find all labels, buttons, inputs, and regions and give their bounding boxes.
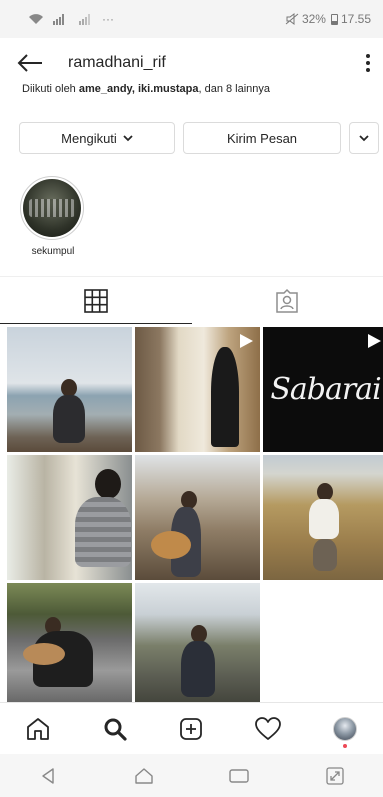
followed-prefix: Diikuti oleh [22, 84, 79, 95]
triangle-back-icon [42, 767, 54, 784]
highlight-cover [23, 179, 81, 237]
status-bar: ··· 32% 17.55 [0, 0, 383, 38]
following-button[interactable]: Mengikuti [19, 122, 175, 154]
grid-icon [83, 288, 108, 313]
battery-icon [330, 13, 338, 25]
system-recents-button[interactable] [192, 754, 288, 797]
clock: 17.55 [340, 12, 371, 26]
system-home-button[interactable] [96, 754, 192, 797]
send-message-label: Kirim Pesan [226, 130, 298, 146]
bottom-navigation [0, 702, 383, 754]
signal-2-icon [79, 14, 90, 25]
send-message-button[interactable]: Kirim Pesan [183, 122, 341, 154]
home-outline-icon [134, 767, 153, 784]
kebab-icon [366, 54, 370, 72]
chevron-down-icon [123, 134, 133, 141]
nav-activity[interactable] [230, 703, 307, 754]
nav-profile[interactable] [306, 703, 383, 754]
followed-by-text[interactable]: Diikuti oleh ame_andy, iki.mustapa, dan … [22, 84, 362, 97]
tab-tagged[interactable] [192, 277, 383, 324]
post-thumbnail[interactable] [135, 327, 260, 452]
signal-icon [53, 14, 64, 25]
heart-icon [255, 716, 281, 740]
more-options-button[interactable] [353, 38, 383, 88]
post-thumbnail[interactable] [135, 455, 260, 580]
system-expand-button[interactable] [287, 754, 383, 797]
tab-grid[interactable] [0, 277, 192, 324]
video-icon [240, 334, 253, 348]
system-navigation [0, 754, 383, 797]
post-caption-text: Sabarai [270, 372, 381, 407]
story-highlight[interactable]: sekumpul [20, 176, 86, 257]
back-button[interactable] [0, 38, 60, 88]
profile-header: ramadhani_rif [0, 38, 383, 88]
wifi-icon [29, 14, 43, 24]
nav-home[interactable] [0, 703, 77, 754]
profile-username: ramadhani_rif [68, 54, 166, 71]
mute-icon [285, 13, 299, 25]
plus-square-icon [180, 717, 203, 740]
tagged-icon [276, 288, 298, 313]
suggestions-button[interactable] [349, 122, 379, 154]
video-icon [368, 334, 381, 348]
followed-suffix: , dan 8 lainnya [198, 84, 271, 95]
post-thumbnail[interactable] [7, 327, 132, 452]
post-thumbnail[interactable] [7, 455, 132, 580]
notification-dot [342, 744, 347, 748]
post-thumbnail[interactable] [7, 583, 132, 708]
nav-search[interactable] [77, 703, 154, 754]
recents-icon [229, 768, 250, 783]
profile-tabs [0, 276, 383, 324]
post-thumbnail[interactable] [263, 455, 383, 580]
chevron-down-icon [359, 134, 369, 141]
arrow-left-icon [17, 54, 42, 72]
following-label: Mengikuti [61, 130, 117, 146]
home-icon [27, 717, 50, 740]
followed-names: ame_andy, iki.mustapa [78, 84, 199, 95]
status-dots: ··· [102, 12, 114, 26]
post-thumbnail[interactable]: Sabarai [263, 327, 383, 452]
nav-new-post[interactable] [153, 703, 230, 754]
search-icon [104, 718, 127, 741]
expand-icon [326, 766, 344, 785]
post-thumbnail[interactable] [135, 583, 260, 708]
battery-level: 32% [301, 12, 326, 26]
profile-actions: Mengikuti Kirim Pesan [19, 122, 379, 154]
system-back-button[interactable] [0, 754, 96, 797]
highlight-ring [20, 176, 84, 240]
highlight-label: sekumpul [31, 246, 75, 257]
avatar [332, 716, 357, 741]
